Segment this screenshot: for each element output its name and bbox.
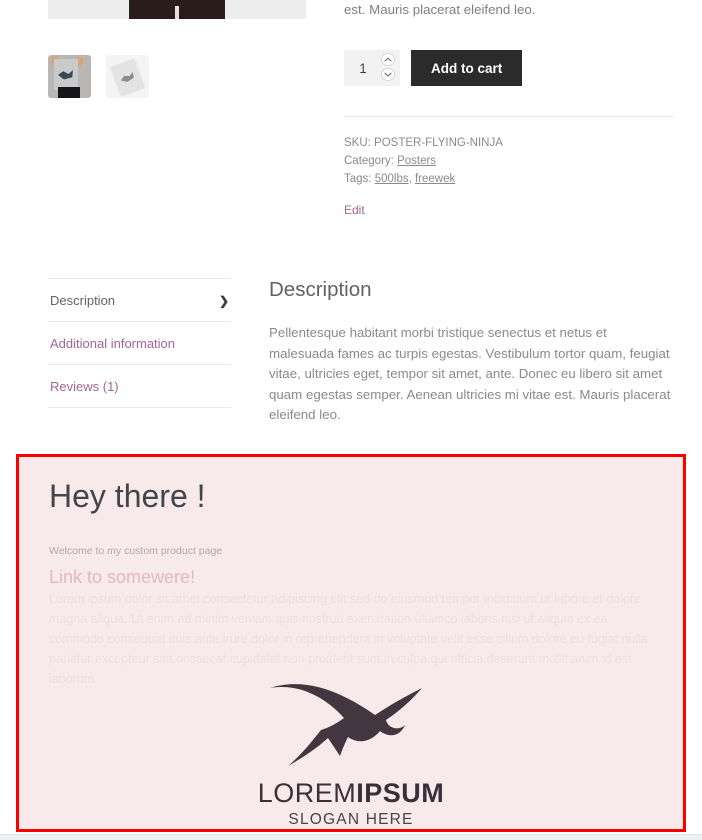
product-category-line: Category: Posters xyxy=(344,152,674,170)
edit-product-link[interactable]: Edit xyxy=(344,203,365,217)
tab-reviews-label: Reviews (1) xyxy=(50,379,119,394)
product-main-image-subject xyxy=(129,0,225,19)
sku-label: SKU: xyxy=(344,137,371,149)
product-tabs-list: Description ❯ Additional information Rev… xyxy=(48,278,231,408)
custom-block-inner: Hey there ! Welcome to my custom product… xyxy=(19,457,683,829)
logo-wordmark-bold: IPSUM xyxy=(356,777,445,808)
tab-panel-body: Pellentesque habitant morbi tristique se… xyxy=(269,325,671,422)
tab-description-label: Description xyxy=(50,293,116,308)
chevron-up-icon xyxy=(384,57,392,62)
thumbnail-poster-sheet xyxy=(110,58,145,96)
thumbnail-person-body xyxy=(58,87,80,98)
custom-block-link[interactable]: Link to somewere! xyxy=(49,567,195,588)
custom-block-welcome: Welcome to my custom product page xyxy=(49,545,223,558)
quantity-stepper[interactable] xyxy=(344,50,400,86)
custom-product-page-block: Hey there ! Welcome to my custom product… xyxy=(16,454,686,832)
tab-description[interactable]: Description ❯ xyxy=(48,279,231,322)
logo-slogan: SLOGAN HERE xyxy=(288,810,414,828)
chevron-down-icon xyxy=(384,72,392,77)
product-summary-section: est. Mauris placerat eleifend leo. 1 Add… xyxy=(0,0,702,232)
page-footer-strip xyxy=(0,834,702,840)
quantity-arrows xyxy=(381,53,395,81)
product-thumbnail-1[interactable] xyxy=(48,55,91,98)
tab-panel-title: Description xyxy=(269,278,372,301)
flying-bird-logo-icon xyxy=(270,683,422,766)
category-label: Category: xyxy=(344,155,394,167)
logo-wordmark: LOREMIPSUM xyxy=(257,777,445,808)
product-gallery xyxy=(48,0,306,98)
add-to-cart-button[interactable]: Add to cart xyxy=(411,50,523,86)
add-to-cart-form: Add to cart xyxy=(344,50,674,86)
tag-link-2[interactable]: freewek xyxy=(415,173,455,185)
product-summary: est. Mauris placerat eleifend leo. 1 Add… xyxy=(344,0,674,219)
quantity-increase-button[interactable] xyxy=(381,53,395,66)
tab-reviews[interactable]: Reviews (1) xyxy=(48,365,231,408)
product-thumbnail-list xyxy=(48,38,306,98)
quantity-decrease-button[interactable] xyxy=(381,68,395,81)
tags-label: Tags: xyxy=(344,173,372,185)
product-short-description: est. Mauris placerat eleifend leo. xyxy=(344,2,536,17)
tab-additional-information[interactable]: Additional information xyxy=(48,322,231,365)
logo-wordmark-light: LOREM xyxy=(257,777,357,808)
product-tags-line: Tags: 500lbs, freewek xyxy=(344,170,674,188)
product-main-image[interactable] xyxy=(48,0,306,19)
tab-panel-description: Description Pellentesque habitant morbi … xyxy=(269,278,675,426)
custom-block-logo: LOREMIPSUM SLOGAN HERE xyxy=(19,674,683,830)
category-link[interactable]: Posters xyxy=(397,155,436,167)
custom-block-heading: Hey there ! xyxy=(49,478,206,514)
thumbnail-poster-art xyxy=(54,59,78,90)
sku-value: POSTER-FLYING-NINJA xyxy=(374,137,503,149)
product-sku-line: SKU: POSTER-FLYING-NINJA xyxy=(344,134,674,152)
quantity-input[interactable] xyxy=(344,60,382,76)
chevron-right-icon: ❯ xyxy=(218,293,229,308)
tab-additional-information-label: Additional information xyxy=(50,336,176,351)
tag-link-1[interactable]: 500lbs xyxy=(375,173,409,185)
product-meta-divider xyxy=(344,116,674,117)
product-thumbnail-2[interactable] xyxy=(106,55,149,98)
